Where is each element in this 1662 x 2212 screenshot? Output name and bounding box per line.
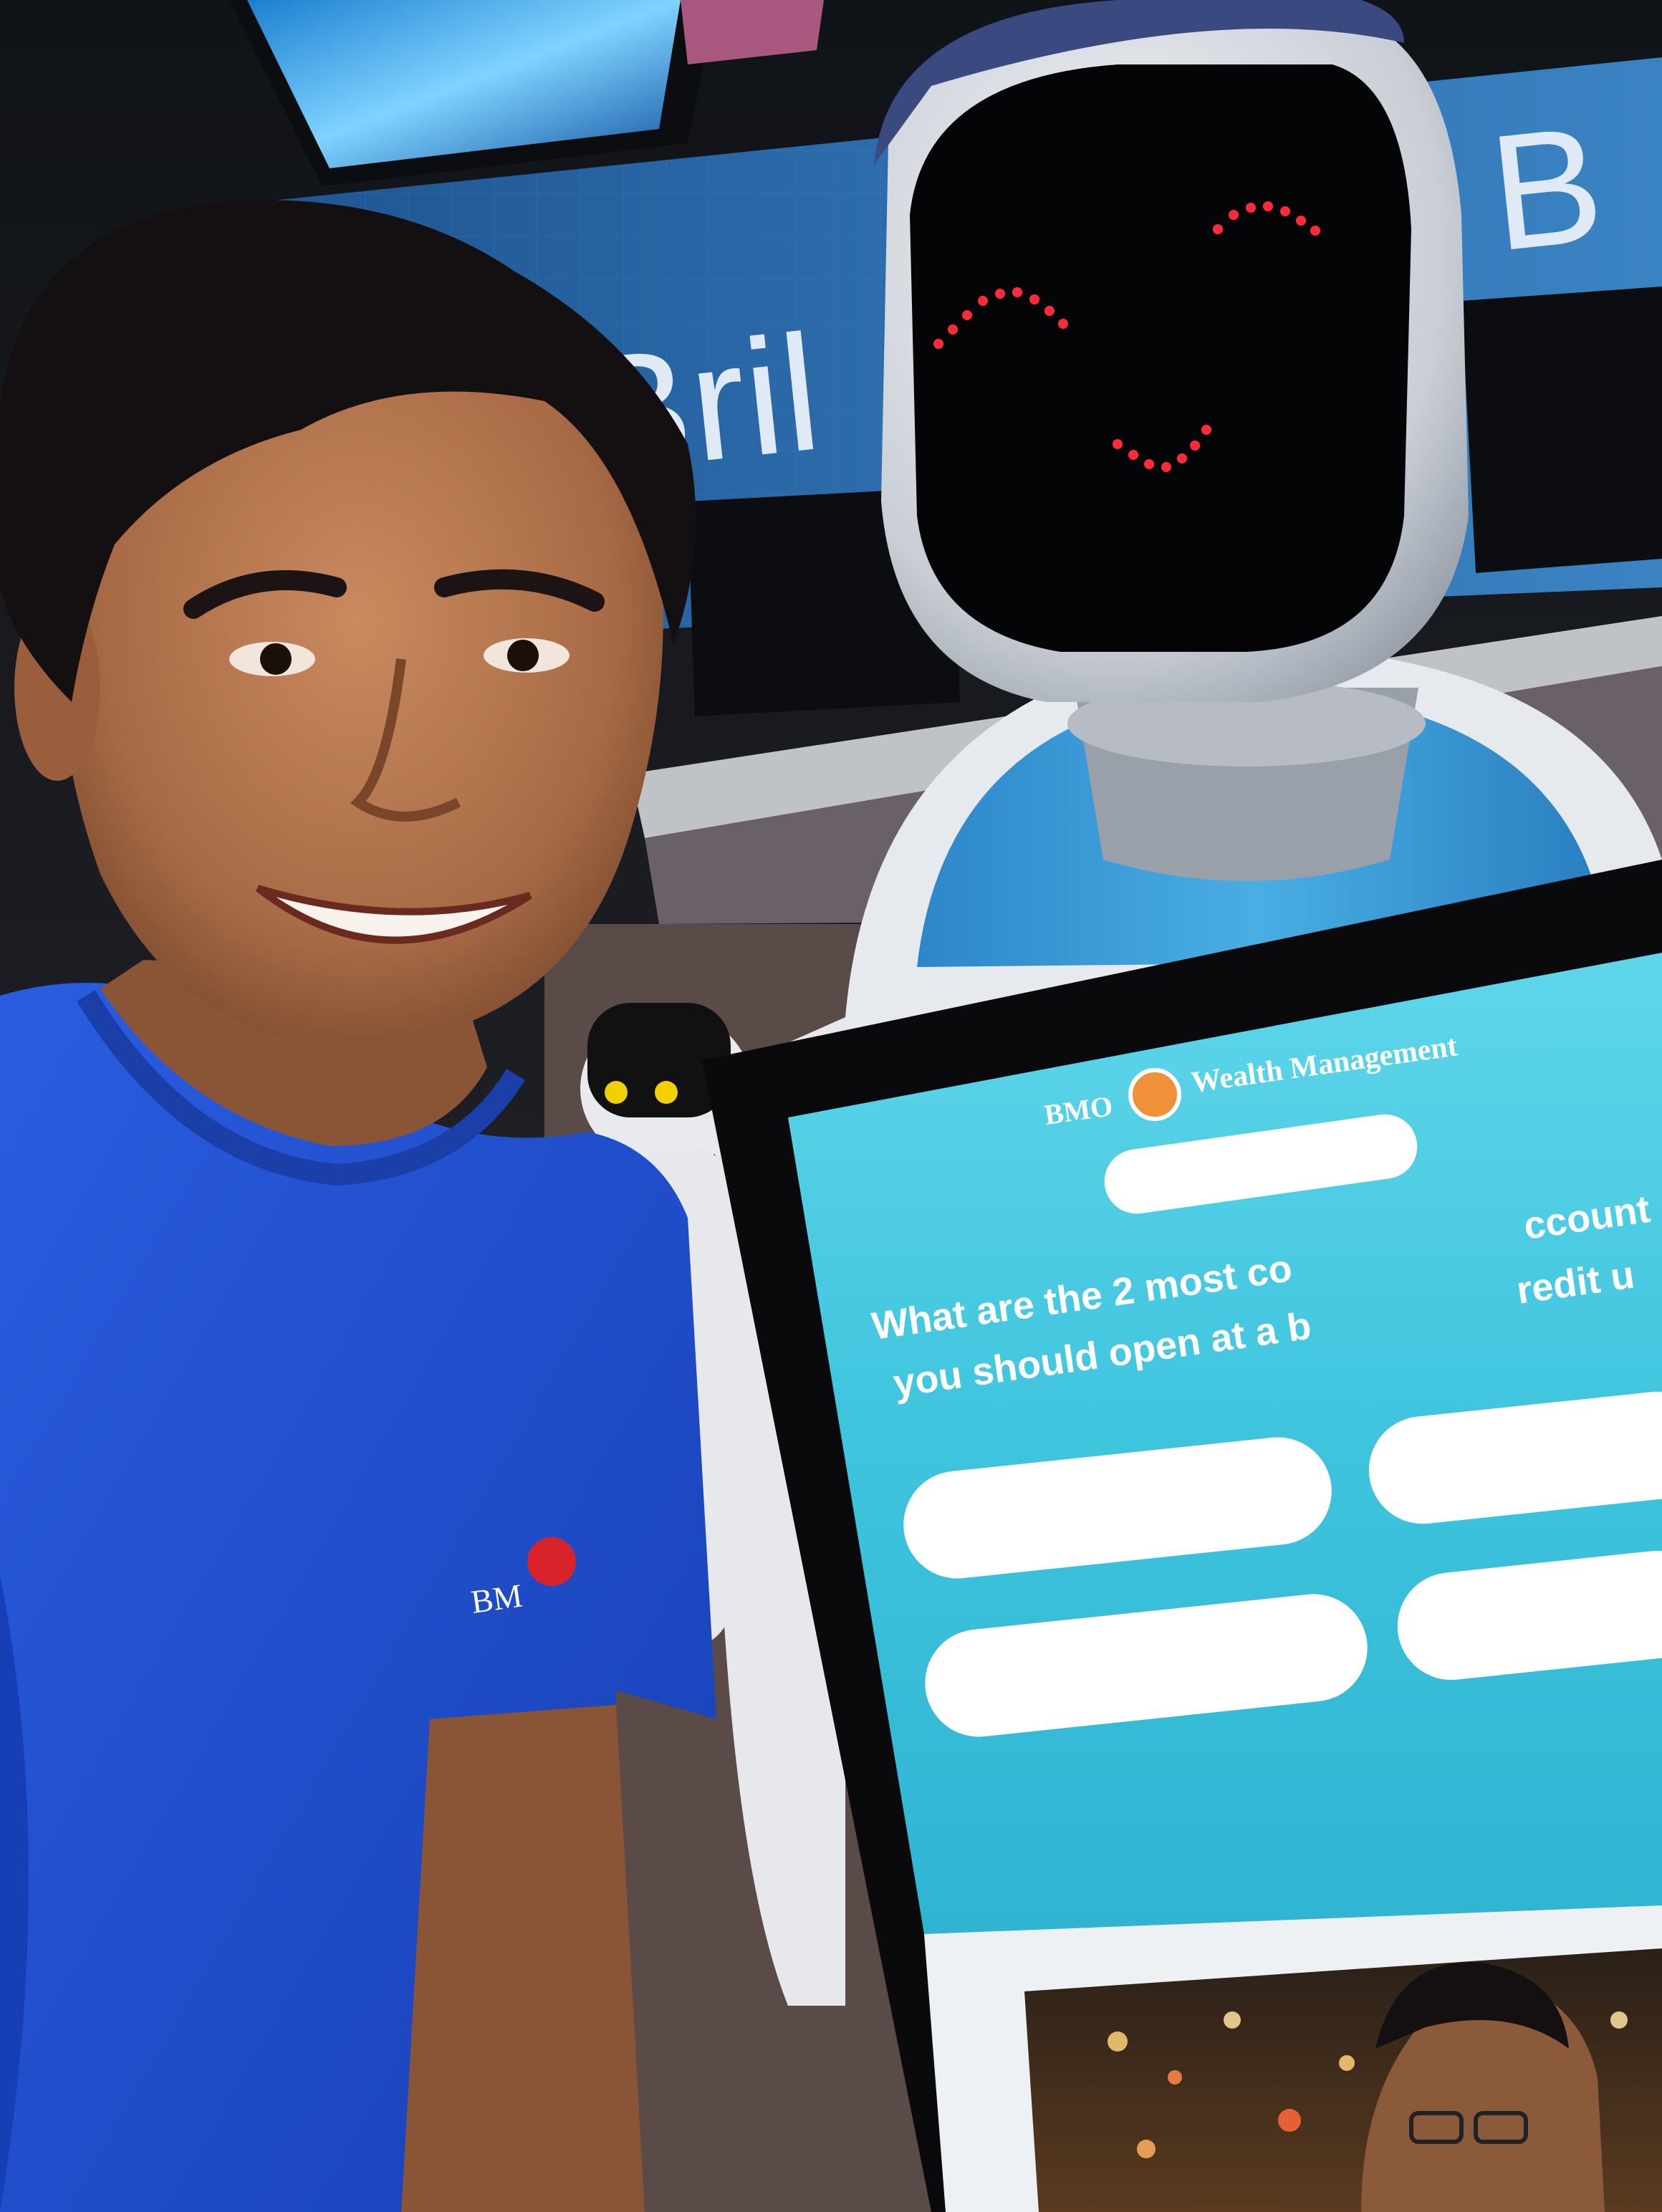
shirt-logo-text: BM (469, 1577, 524, 1620)
person: BM (0, 200, 716, 2212)
photo-scene: Bril e B BM BMO Wealth Management What a… (0, 0, 1662, 2212)
kiosk-brand-logo (1128, 1068, 1181, 1121)
